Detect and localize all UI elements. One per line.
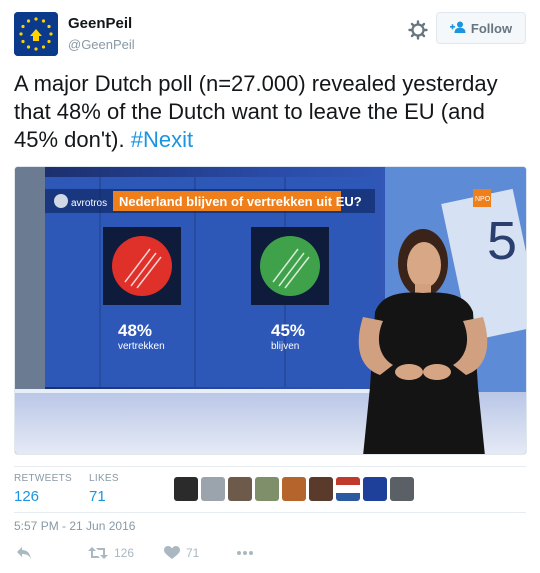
stay-label: blijven — [271, 341, 299, 352]
avatar[interactable] — [14, 12, 58, 56]
channel-label: avrotros — [71, 198, 107, 209]
more-icon — [236, 550, 254, 556]
tweet-body: A major Dutch poll (n=27.000) revealed y… — [14, 71, 498, 152]
liker-avatar[interactable] — [363, 477, 387, 501]
tweet-text: A major Dutch poll (n=27.000) revealed y… — [14, 70, 526, 154]
tweet-header: GeenPeil @GeenPeil Follow — [14, 12, 526, 56]
broadcast-headline: Nederland blijven of vertrekken uit EU? — [119, 194, 362, 209]
liker-avatar[interactable] — [390, 477, 414, 501]
reply-button[interactable] — [16, 546, 32, 560]
follow-label: Follow — [470, 20, 513, 36]
npo-logo: NPO — [475, 196, 491, 203]
retweet-icon — [88, 546, 108, 560]
reply-icon — [16, 546, 32, 560]
follow-user-icon — [449, 21, 466, 36]
banknote-digit: 5 — [487, 211, 517, 271]
hashtag-link[interactable]: #Nexit — [131, 127, 193, 152]
likes-count: 71 — [89, 488, 106, 505]
retweet-button[interactable]: 126 — [88, 546, 134, 560]
liker-avatar[interactable] — [174, 477, 198, 501]
gear-icon[interactable] — [408, 20, 428, 40]
liker-avatar[interactable] — [255, 477, 279, 501]
stay-percent: 45% — [271, 321, 305, 340]
tweet-actions: 126 71 — [14, 546, 526, 568]
user-handle[interactable]: @GeenPeil — [68, 37, 135, 52]
liker-avatar[interactable] — [336, 477, 360, 501]
retweets-stat[interactable]: RETWEETS 126 — [14, 473, 72, 505]
tweet-timestamp[interactable]: 5:57 PM - 21 Jun 2016 — [14, 512, 526, 533]
tweet-media[interactable]: avrotros Nederland blijven of vertrekken… — [14, 166, 527, 455]
leave-percent: 48% — [118, 321, 152, 340]
retweets-label: RETWEETS — [14, 473, 72, 484]
news-broadcast-image: avrotros Nederland blijven of vertrekken… — [15, 167, 526, 454]
eu-stars-logo — [14, 12, 58, 56]
retweets-count: 126 — [14, 488, 40, 505]
like-button[interactable]: 71 — [164, 546, 199, 560]
follow-button[interactable]: Follow — [436, 12, 526, 44]
more-button[interactable] — [236, 550, 254, 556]
display-name[interactable]: GeenPeil — [68, 15, 132, 32]
retweet-action-count: 126 — [114, 546, 135, 560]
like-action-count: 71 — [186, 546, 200, 560]
leave-label: vertrekken — [118, 341, 165, 352]
tweet-stats: RETWEETS 126 LIKES 71 — [14, 466, 526, 510]
liker-avatar[interactable] — [228, 477, 252, 501]
likes-label: LIKES — [89, 473, 119, 484]
liker-avatar[interactable] — [309, 477, 333, 501]
heart-icon — [164, 546, 180, 560]
likes-stat[interactable]: LIKES 71 — [89, 473, 119, 505]
liker-avatar[interactable] — [282, 477, 306, 501]
liker-avatars — [174, 477, 414, 501]
liker-avatar[interactable] — [201, 477, 225, 501]
